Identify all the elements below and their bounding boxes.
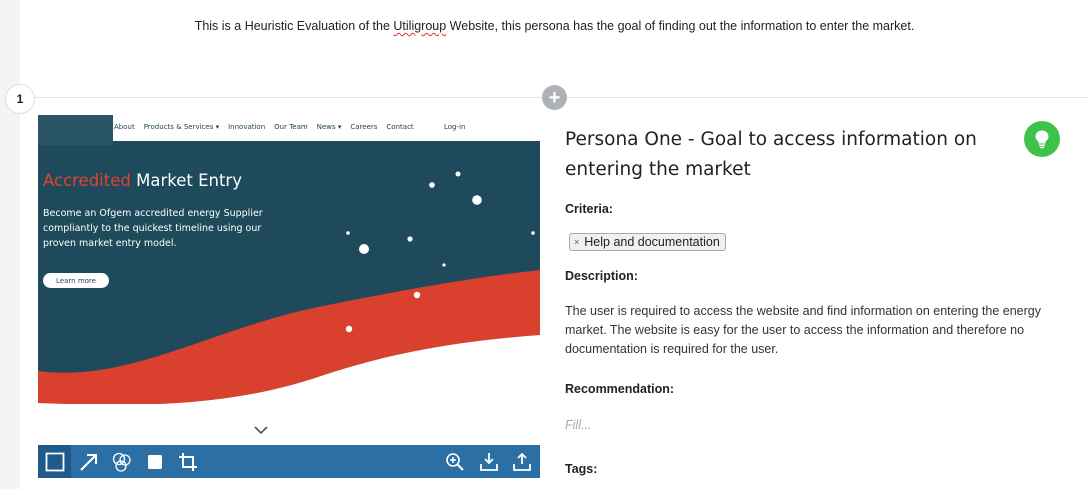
hero-description: Become an Ofgem accredited energy Suppli… — [43, 208, 263, 249]
finding-title[interactable]: Persona One - Goal to access information… — [565, 125, 1005, 185]
intro-text-start: This is a Heuristic Evaluation of the — [194, 19, 394, 33]
crop-icon[interactable] — [171, 445, 204, 478]
site-nav-products: Products & Services ▾ — [143, 123, 220, 131]
left-rail — [0, 0, 20, 489]
hero-title-accent: Accredited — [43, 171, 131, 190]
website-screenshot[interactable]: About Products & Services ▾ Innovation O… — [38, 115, 540, 445]
intro-text-end: Website, this persona has the goal of fi… — [446, 19, 915, 33]
rectangle-icon[interactable] — [38, 445, 71, 478]
recommendation-label: Recommendation: — [565, 382, 675, 396]
site-nav-contact: Contact — [386, 123, 414, 131]
remove-tag-icon[interactable]: × — [574, 237, 579, 247]
intro-section: This is a Heuristic Evaluation of the Ut… — [20, 0, 1089, 97]
hero-learn-more-button: Learn more — [43, 273, 109, 288]
download-icon[interactable] — [472, 445, 505, 478]
tags-label: Tags: — [565, 462, 598, 476]
site-nav-news: News ▾ — [316, 123, 342, 131]
intro-text: This is a Heuristic Evaluation of the Ut… — [20, 19, 1089, 33]
description-text[interactable]: The user is required to access the websi… — [565, 302, 1045, 359]
hero-wave-graphic — [38, 171, 540, 445]
site-logo — [38, 115, 113, 145]
upload-icon[interactable] — [505, 445, 538, 478]
arrow-icon[interactable] — [72, 445, 105, 478]
description-label: Description: — [565, 269, 638, 283]
criteria-label: Criteria: — [565, 202, 613, 216]
recommendation-input[interactable]: Fill... — [565, 418, 591, 432]
site-nav-careers: Careers — [350, 123, 378, 131]
item-number-badge: 1 — [5, 84, 35, 114]
site-nav-bar: About Products & Services ▾ Innovation O… — [38, 115, 540, 141]
site-nav-about: About — [114, 123, 135, 131]
numbered-markers-icon[interactable] — [105, 445, 138, 478]
zoom-in-icon[interactable] — [438, 445, 471, 478]
site-nav-innovation: Innovation — [228, 123, 266, 131]
criteria-tag[interactable]: × Help and documentation — [569, 233, 726, 251]
site-nav-login: Log-in — [444, 123, 466, 131]
site-nav-team: Our Team — [274, 123, 308, 131]
lightbulb-icon[interactable] — [1024, 121, 1060, 157]
intro-misspelled-word: Utiligroup — [393, 19, 447, 33]
site-nav-items: About Products & Services ▾ Innovation O… — [114, 123, 423, 131]
hero-title: Accredited Market Entry — [43, 171, 242, 190]
filled-square-icon[interactable] — [138, 445, 171, 478]
chevron-down-icon — [254, 426, 268, 435]
hero-title-rest: Market Entry — [130, 171, 242, 190]
add-item-button[interactable]: + — [542, 85, 567, 110]
annotation-toolbar — [38, 445, 540, 478]
criteria-tag-label: Help and documentation — [584, 235, 720, 249]
